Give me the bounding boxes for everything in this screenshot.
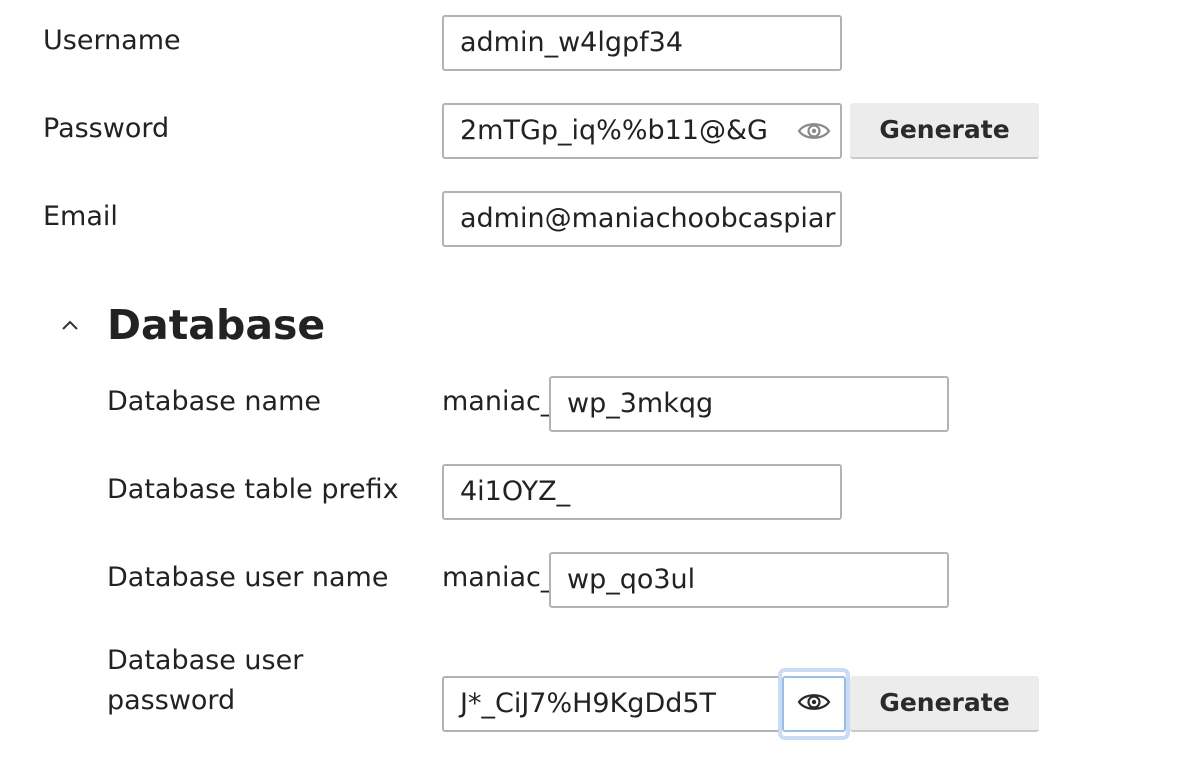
show-password-toggle-inner [782, 676, 846, 732]
generate-database-password-button[interactable]: Generate [850, 676, 1039, 732]
eye-icon [797, 691, 831, 717]
show-password-toggle[interactable] [778, 668, 850, 740]
database-name-prefix: maniac_ [442, 386, 555, 417]
database-user-name-prefix: maniac_ [442, 562, 555, 593]
installation-settings-form: Username admin_w4lgpf34 Password 2mTGp_i… [0, 0, 1182, 762]
database-user-password-label-line1: Database user [107, 645, 304, 676]
database-table-prefix-input[interactable]: 4i1OYZ_ [442, 464, 842, 520]
password-input[interactable]: 2mTGp_iq%%b11@&G [442, 103, 842, 159]
username-label: Username [43, 25, 181, 56]
database-user-name-input[interactable]: wp_qo3ul [549, 552, 949, 608]
password-value: 2mTGp_iq%%b11@&G [460, 115, 768, 146]
database-user-password-label-line2: password [107, 685, 236, 716]
database-section-title[interactable]: Database [107, 300, 325, 350]
generate-password-button[interactable]: Generate [850, 103, 1039, 159]
database-name-input[interactable]: wp_3mkqg [549, 376, 949, 432]
database-user-password-value: J*_CiJ7%H9KgDd5T [460, 688, 717, 719]
database-user-name-label: Database user name [107, 562, 389, 593]
chevron-up-icon[interactable] [58, 313, 82, 337]
password-label: Password [43, 113, 170, 144]
username-input[interactable]: admin_w4lgpf34 [442, 15, 842, 71]
email-label: Email [43, 201, 118, 232]
eye-icon[interactable] [794, 111, 834, 151]
database-table-prefix-label: Database table prefix [107, 474, 399, 505]
database-name-label: Database name [107, 386, 321, 417]
email-input[interactable]: admin@maniachoobcaspiar [442, 191, 842, 247]
